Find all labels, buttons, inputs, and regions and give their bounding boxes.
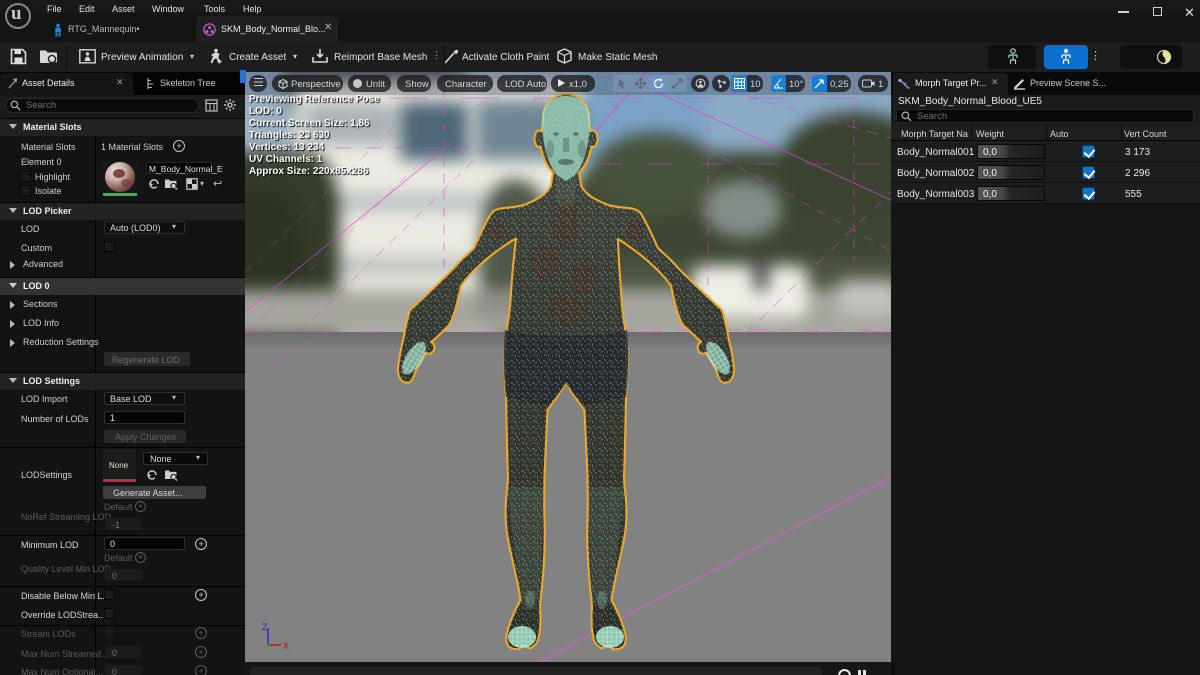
svg-text:X: X <box>283 641 289 651</box>
svg-text:Z: Z <box>262 622 268 632</box>
